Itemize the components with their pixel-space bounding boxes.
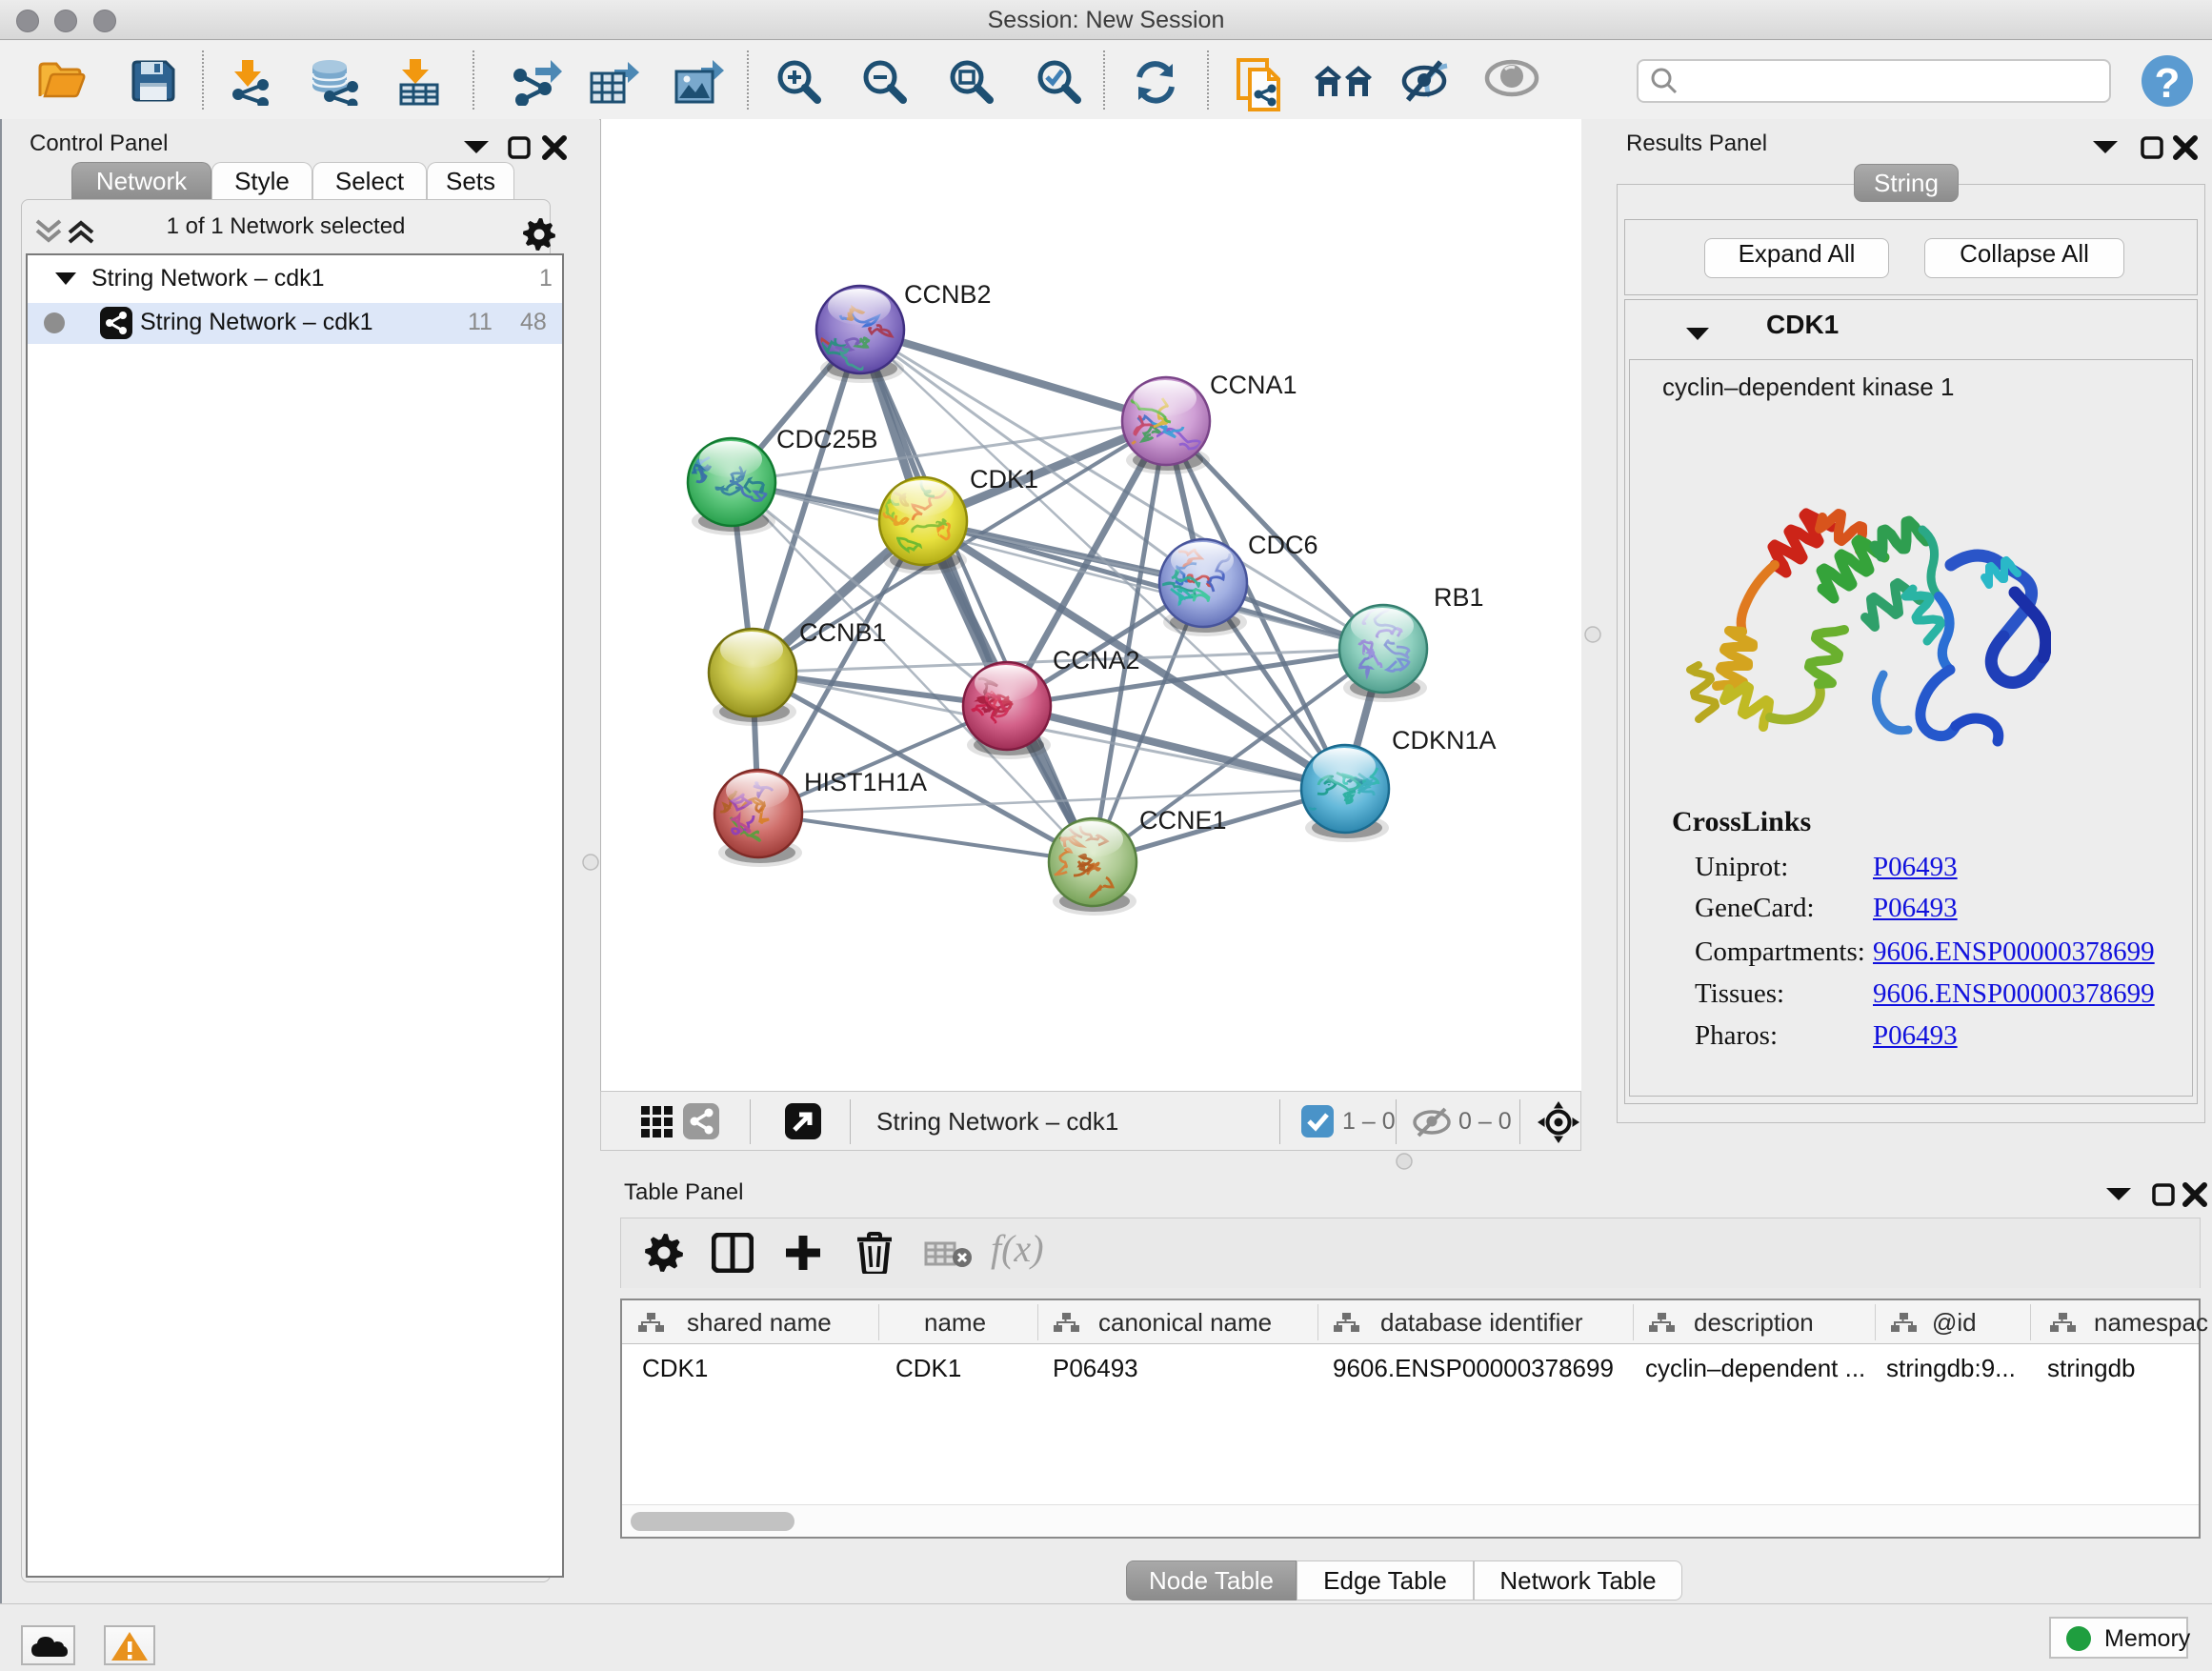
svg-text:RB1: RB1 (1434, 583, 1484, 612)
svg-text:CCNA1: CCNA1 (1210, 371, 1297, 399)
svg-text:CCNA2: CCNA2 (1053, 646, 1140, 674)
svg-text:CCNE1: CCNE1 (1139, 806, 1227, 835)
svg-text:CDC6: CDC6 (1248, 531, 1318, 559)
svg-text:?: ? (2155, 60, 2181, 107)
svg-text:HIST1H1A: HIST1H1A (804, 768, 927, 796)
svg-text:CDKN1A: CDKN1A (1392, 726, 1497, 755)
svg-text:CCNB2: CCNB2 (904, 280, 992, 309)
svg-text:CCNB1: CCNB1 (799, 618, 887, 647)
svg-text:CDK1: CDK1 (970, 465, 1038, 493)
svg-text:CDC25B: CDC25B (776, 425, 878, 453)
